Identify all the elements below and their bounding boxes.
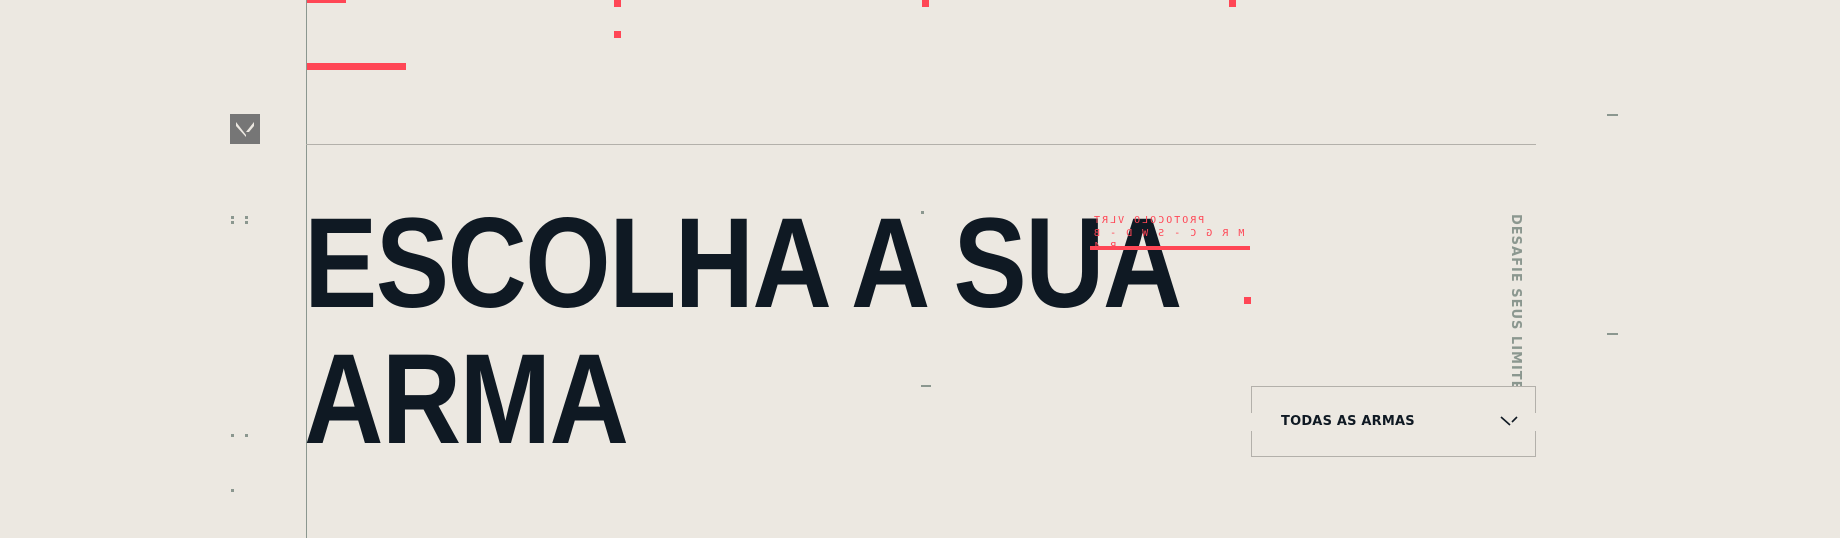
accent-square [614,31,621,38]
dot [245,221,248,224]
page-title-line: ESCOLHA A SUA [304,192,1182,335]
dot [231,489,234,492]
accent-bar-top [306,0,346,3]
accent-square [1244,297,1251,304]
accent-square [614,0,621,7]
accent-square [1229,0,1236,7]
tick-mark [1607,333,1618,335]
horizontal-rule [306,144,1536,145]
frame-notch [1533,413,1537,431]
side-tagline: DESAFIE SEUS LIMITES [1508,214,1523,401]
dot [231,221,234,224]
protocol-underline [1090,246,1250,250]
dot [245,216,248,219]
dot [231,434,234,437]
dot [231,216,234,219]
accent-square [922,0,929,7]
dot [245,434,248,437]
weapons-hero: ESCOLHA A SUA ARMA PROTOCOLO VLRT M R G … [0,0,1840,538]
accent-bar [306,63,406,70]
tick-mark [921,385,931,387]
tick-mark [1607,114,1618,116]
chevron-down-icon [1500,416,1518,426]
page-title-line: ARMA [304,328,629,471]
weapon-filter-dropdown[interactable]: TODAS AS ARMAS [1250,386,1537,457]
frame-notch [1250,413,1254,431]
valorant-logo-icon [236,122,254,137]
weapon-filter-value: TODAS AS ARMAS [1281,414,1415,429]
page-title: ESCOLHA A SUA ARMA [304,192,1182,471]
protocol-line: PROTOCOLO VLRT [1092,215,1205,226]
valorant-logo-icon[interactable] [230,114,260,144]
